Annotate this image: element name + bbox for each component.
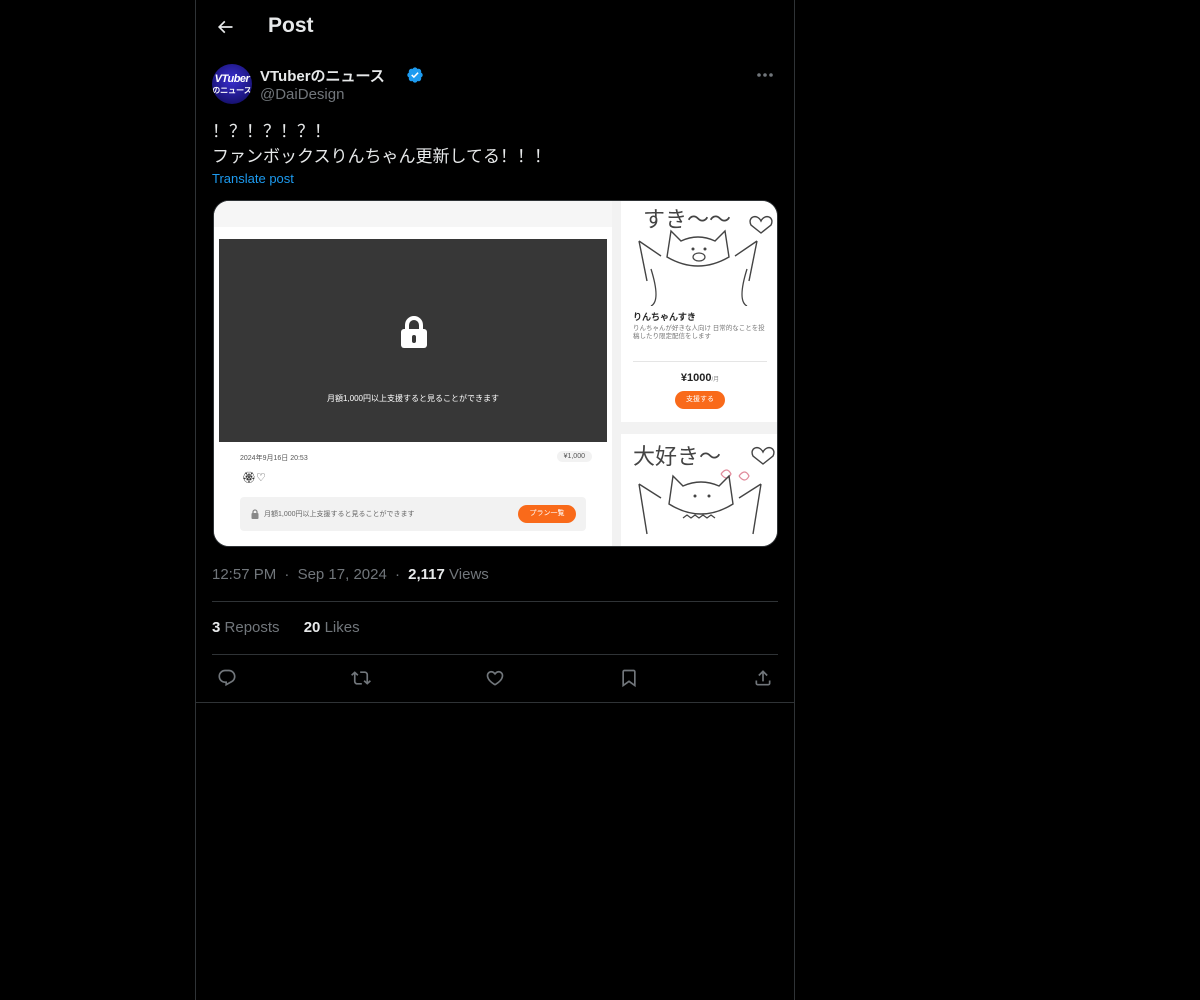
- page-header: Post: [196, 0, 794, 53]
- page-title: Post: [268, 14, 314, 37]
- plan-support-button: 支援する: [675, 391, 725, 409]
- plan-price-amount: ¥1000: [680, 372, 712, 384]
- fanbox-reaction-row: 🏵♡: [242, 472, 266, 484]
- views-label: Views: [449, 566, 489, 583]
- translate-post-link[interactable]: Translate post: [212, 171, 294, 186]
- bookmark-icon: [622, 669, 636, 688]
- post-author: VTuber のニュース VTuberのニュース @DaiDesign: [212, 64, 778, 108]
- cat-drawing-sketch-2: 大好き〜: [633, 445, 775, 535]
- fanbox-sketch-card: 大好き〜: [621, 434, 777, 546]
- meta-separator: ·: [284, 566, 290, 583]
- author-handle[interactable]: @DaiDesign: [260, 86, 344, 103]
- divider-bottom: [212, 654, 778, 655]
- post-bottom-border: [196, 702, 794, 703]
- fanbox-topbar: [214, 201, 612, 227]
- avatar[interactable]: VTuber のニュース: [212, 64, 252, 104]
- likes-count: 20: [303, 619, 321, 636]
- divider-top: [212, 601, 778, 602]
- reposts-count: 3: [212, 619, 221, 636]
- fanbox-plan-card: すき〜〜 りんちゃんすき りんちゃんが好きな人向け 日常的なことを投稿したり限定…: [621, 201, 777, 422]
- reposts-label: Reposts: [224, 619, 280, 636]
- fanbox-plan-list-button: プラン一覧: [518, 505, 576, 523]
- lock-icon: [401, 316, 427, 348]
- plan-divider: [633, 361, 767, 362]
- engagement-stats: 3 Reposts 20 Likes: [212, 619, 380, 636]
- cat-drawing-sketch: すき〜〜: [638, 208, 773, 306]
- repost-icon: [351, 671, 371, 685]
- post-text: ！？！？！？！ ファンボックスりんちゃん更新してる！！！: [212, 119, 778, 169]
- heart-icon: [486, 670, 504, 686]
- reposts-stat[interactable]: 3 Reposts: [212, 619, 284, 636]
- fanbox-post-panel: 月額1,000円以上支援すると見ることができます 2024年9月16日 20:5…: [214, 201, 612, 546]
- small-lock-icon: [251, 509, 259, 519]
- post-time[interactable]: 12:57 PM: [212, 566, 276, 583]
- avatar-text-line1: VTuber: [214, 72, 250, 85]
- post-text-line2: ファンボックスりんちゃん更新してる！！！: [212, 147, 551, 166]
- likes-stat[interactable]: 20 Likes: [304, 619, 360, 636]
- repost-button[interactable]: [346, 664, 376, 692]
- back-button[interactable]: [208, 10, 242, 44]
- handwriting-suki: すき〜〜: [643, 208, 731, 233]
- fanbox-support-box: 月額1,000円以上支援すると見ることができます プラン一覧: [240, 497, 586, 531]
- post-date[interactable]: Sep 17, 2024: [298, 566, 387, 583]
- bookmark-button[interactable]: [614, 664, 644, 692]
- author-display-name[interactable]: VTuberのニュース: [260, 65, 385, 86]
- likes-label: Likes: [324, 619, 360, 636]
- plan-description: りんちゃんが好きな人向け 日常的なことを投稿したり限定配信をします: [633, 325, 765, 340]
- plan-price: ¥1000/月: [621, 372, 777, 384]
- locked-content-area: 月額1,000円以上支援すると見ることができます: [219, 239, 607, 442]
- plan-price-unit: /月: [711, 377, 720, 383]
- arrow-left-icon: [217, 20, 233, 34]
- plan-title: りんちゃんすき: [633, 312, 696, 322]
- more-options-button[interactable]: [752, 64, 778, 86]
- action-bar: [212, 664, 778, 692]
- post-text-line1: ！？！？！？！: [212, 122, 331, 141]
- views-count: 2,117: [408, 566, 445, 583]
- share-icon: [755, 670, 771, 686]
- fanbox-support-text: 月額1,000円以上支援すると見ることができます: [264, 511, 415, 518]
- handwriting-daisuki: 大好き〜: [633, 445, 721, 470]
- like-button[interactable]: [480, 664, 510, 692]
- reply-button[interactable]: [212, 664, 242, 692]
- avatar-text-line2: のニュース: [212, 85, 252, 95]
- meta-separator-2: ·: [394, 566, 400, 583]
- more-dots-icon: [757, 73, 773, 77]
- fanbox-post-date: 2024年9月16日 20:53: [240, 455, 308, 462]
- share-button[interactable]: [748, 664, 778, 692]
- post-media-image[interactable]: 月額1,000円以上支援すると見ることができます 2024年9月16日 20:5…: [213, 200, 778, 547]
- verified-badge-icon[interactable]: [406, 66, 424, 84]
- fanbox-price-pill: ¥1,000: [556, 451, 592, 462]
- locked-content-text: 月額1,000円以上支援すると見ることができます: [326, 394, 500, 403]
- post-column: Post VTuber のニュース VTuberのニュース @DaiDesign…: [195, 0, 795, 1000]
- post-meta: 12:57 PM · Sep 17, 2024 · 2,117 Views: [212, 566, 489, 583]
- reply-icon: [218, 669, 236, 687]
